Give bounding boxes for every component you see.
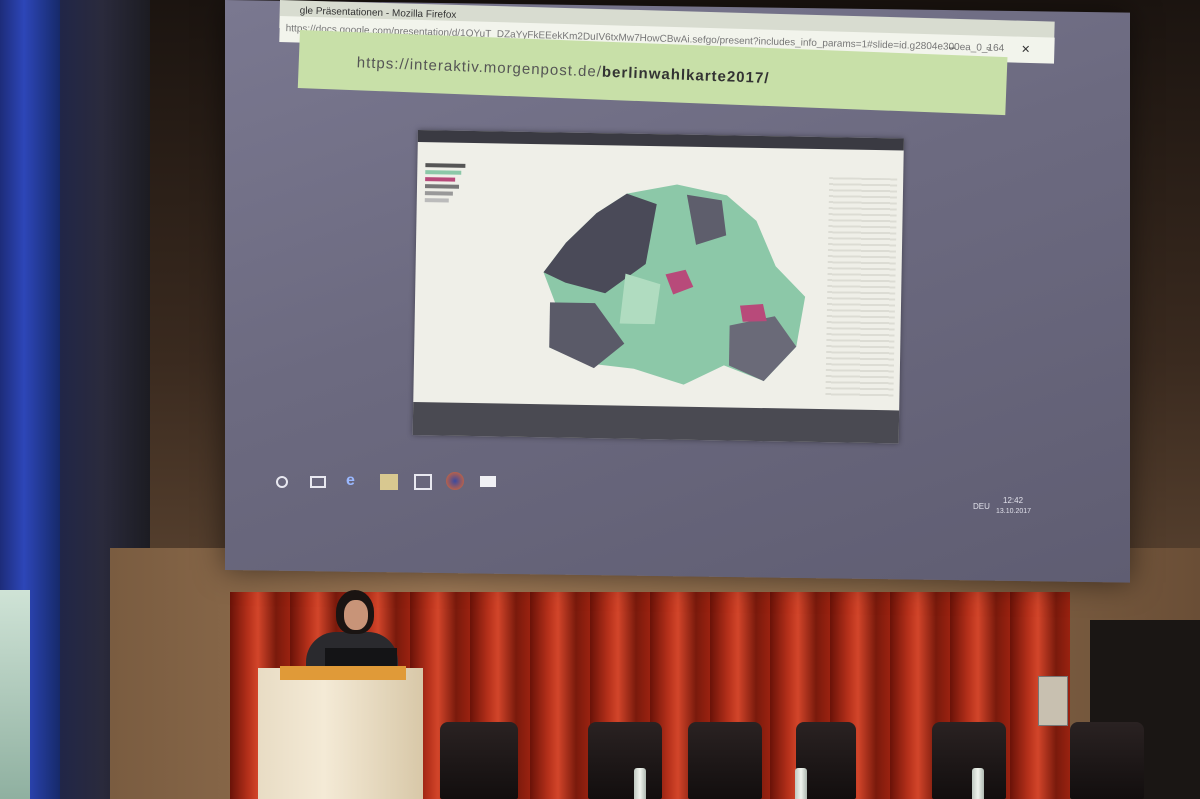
- lectern-top: [280, 666, 406, 680]
- file-explorer-icon[interactable]: [380, 474, 398, 490]
- mail-icon[interactable]: [480, 476, 496, 487]
- chair: [1070, 722, 1144, 799]
- lectern: [258, 668, 423, 799]
- water-bottle: [634, 768, 646, 799]
- berlin-map: [543, 184, 806, 385]
- chair: [588, 722, 662, 799]
- tray-date: 13.10.2017: [996, 508, 1032, 515]
- map-screenshot: [412, 130, 904, 444]
- results-sidebar: [825, 177, 898, 399]
- windows-taskbar: e DEU 12:42 13.10.2017: [228, 462, 1128, 522]
- store-icon[interactable]: [414, 474, 432, 490]
- firefox-icon[interactable]: [446, 472, 464, 490]
- edge-icon[interactable]: e: [346, 472, 355, 490]
- slide-link: https://interaktiv.morgenpost.de/berlinw…: [356, 54, 770, 88]
- tray-time: 12:42: [1003, 496, 1024, 505]
- presenter-face: [344, 600, 368, 630]
- chair: [932, 722, 1006, 799]
- task-view-icon[interactable]: [310, 476, 326, 488]
- window-controls[interactable]: – ▫ ✕: [949, 41, 1045, 57]
- map-legend: [424, 160, 486, 206]
- tray-lang: DEU: [973, 502, 990, 511]
- water-bottle: [795, 768, 807, 799]
- wall-switch-panel: [1038, 676, 1068, 726]
- window: [0, 590, 30, 799]
- chair: [440, 722, 518, 799]
- water-bottle: [972, 768, 984, 799]
- cortana-icon[interactable]: [276, 476, 288, 488]
- chair: [688, 722, 762, 799]
